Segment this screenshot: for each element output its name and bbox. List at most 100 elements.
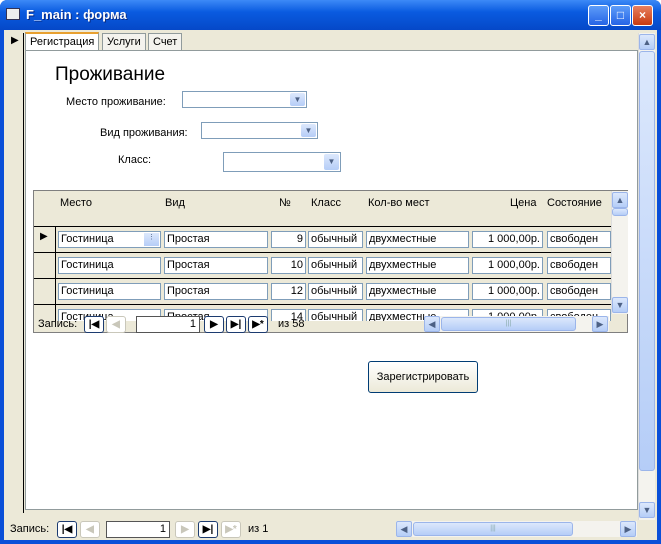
cell-text: двухместные [369,259,437,271]
cell-type[interactable]: Простая [164,283,268,300]
column-header-class: Класс [311,197,341,209]
place-label: Место проживание: [66,96,166,108]
window-title: F_main : форма [26,7,127,22]
type-label: Вид проживания: [100,127,188,139]
record-count: из 1 [248,523,269,535]
form-record-navigator: Запись: |◀ ◀ 1 ▶ ▶| ▶* из 1 ◀ ||| ▶ [4,519,638,539]
first-record-button[interactable]: |◀ [57,521,77,538]
maximize-button[interactable]: □ [610,5,631,26]
form-icon [6,8,20,20]
cell-price[interactable]: 1 000,00р. [472,283,543,300]
record-number-input[interactable]: 1 [106,521,170,538]
cell-text: Гостиница [61,285,114,297]
cell-price[interactable]: 1 000,00р. [472,231,543,248]
record-number-input[interactable]: 1 [136,316,200,333]
close-button[interactable]: × [632,5,653,26]
form-horizontal-scrollbar[interactable]: ◀ ||| ▶ [396,521,637,537]
column-header-number: № [279,197,291,209]
cell-text: двухместные [369,233,437,245]
scroll-thumb[interactable] [639,51,655,471]
next-record-button[interactable]: ▶ [204,316,224,333]
cell-status[interactable]: свободен [547,283,611,300]
first-record-button[interactable]: |◀ [84,316,104,333]
cell-text: Гостиница [61,259,114,271]
subform-record-navigator: Запись: |◀ ◀ 1 ▶ ▶| ▶* из 58 ◀ ||| ▶ [34,315,612,333]
last-record-button[interactable]: ▶| [198,521,218,538]
scroll-left-icon[interactable]: ◀ [424,316,440,332]
scroll-thumb[interactable] [612,208,628,216]
record-count: из 58 [278,318,305,330]
table-row[interactable]: ▶ Гостиница ⋮ Простая 9 обычный двухместные 1 0… [34,226,612,252]
subform-horizontal-scrollbar[interactable]: ◀ ||| ▶ [424,316,609,332]
column-header-capacity: Кол-во мест [368,197,430,209]
record-selector[interactable]: ▶ [4,33,24,513]
cell-status[interactable]: свободен [547,257,611,274]
scroll-down-icon[interactable]: ▼ [612,297,628,313]
prev-record-button[interactable]: ◀ [80,521,100,538]
tab-registration[interactable]: Регистрация [25,32,100,51]
tab-bill[interactable]: Счет [148,33,183,51]
column-header-place: Место [60,197,92,209]
cell-text: 12 [290,285,303,297]
cell-status[interactable]: свободен [547,231,611,248]
class-combo[interactable]: ▼ [223,152,341,172]
cell-number[interactable]: 10 [271,257,306,274]
chevron-down-icon[interactable]: ▼ [290,93,305,106]
cell-number[interactable]: 12 [271,283,306,300]
cell-text: обычный [311,259,358,271]
minimize-button[interactable]: _ [588,5,609,26]
place-combo[interactable]: ▼ [182,91,307,108]
scroll-thumb[interactable]: ||| [413,522,573,536]
prev-record-button[interactable]: ◀ [106,316,126,333]
cell-type[interactable]: Простая [164,231,268,248]
spinner-icon[interactable]: ⋮ [144,233,159,246]
cell-text: Простая [167,285,210,297]
row-selector[interactable] [34,253,56,278]
cell-text: 1 000,00р. [488,259,540,271]
new-record-button[interactable]: ▶* [221,521,241,538]
scroll-right-icon[interactable]: ▶ [592,316,608,332]
record-label: Запись: [10,523,50,535]
cell-number[interactable]: 9 [271,231,306,248]
form-vertical-scrollbar[interactable]: ▲ ▼ [638,33,655,520]
table-row[interactable]: Гостиница Простая 12 обычный двухместные 1 00… [34,278,612,304]
new-record-button[interactable]: ▶* [248,316,268,333]
tab-services[interactable]: Услуги [102,33,146,51]
title-bar[interactable]: F_main : форма _ □ × [0,0,661,30]
scroll-up-icon[interactable]: ▲ [639,34,655,50]
cell-class[interactable]: обычный [308,283,363,300]
cell-text: Простая [167,233,210,245]
cell-place[interactable]: Гостиница ⋮ [58,231,161,248]
chevron-down-icon[interactable]: ▼ [301,124,316,137]
cell-text: свободен [550,259,599,271]
cell-capacity[interactable]: двухместные [366,283,469,300]
scroll-thumb[interactable]: ||| [441,317,576,331]
cell-place[interactable]: Гостиница [58,257,161,274]
cell-price[interactable]: 1 000,00р. [472,257,543,274]
cell-capacity[interactable]: двухместные [366,257,469,274]
cell-text: 10 [290,259,303,271]
scroll-down-icon[interactable]: ▼ [639,502,655,518]
column-header-type: Вид [165,197,185,209]
cell-class[interactable]: обычный [308,231,363,248]
cell-type[interactable]: Простая [164,257,268,274]
subform-vertical-scrollbar[interactable]: ▲ ▼ [611,191,628,314]
register-button[interactable]: Зарегистрировать [368,361,478,393]
type-combo[interactable]: ▼ [201,122,318,139]
cell-text: обычный [311,233,358,245]
scroll-right-icon[interactable]: ▶ [620,521,636,537]
cell-class[interactable]: обычный [308,257,363,274]
cell-place[interactable]: Гостиница [58,283,161,300]
last-record-button[interactable]: ▶| [226,316,246,333]
rooms-subform: Место Вид № Класс Кол-во мест Цена Состояние ▶… [33,190,628,333]
cell-text: Простая [167,259,210,271]
next-record-button[interactable]: ▶ [175,521,195,538]
row-selector[interactable]: ▶ [34,227,56,252]
table-row[interactable]: Гостиница Простая 10 обычный двухместные 1 00… [34,252,612,278]
scroll-up-icon[interactable]: ▲ [612,192,628,208]
row-selector[interactable] [34,279,56,304]
chevron-down-icon[interactable]: ▼ [324,154,339,170]
current-record-arrow-icon: ▶ [40,231,48,242]
cell-capacity[interactable]: двухместные [366,231,469,248]
scroll-left-icon[interactable]: ◀ [396,521,412,537]
